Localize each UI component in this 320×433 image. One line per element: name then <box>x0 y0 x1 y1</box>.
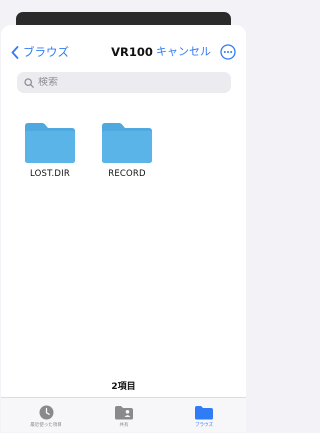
item-count: 2項目 <box>111 382 136 392</box>
chevron-left-icon <box>11 45 19 59</box>
navigation-bar: ブラウズ VR100 キャンセル <box>1 25 246 77</box>
folder-item-record[interactable]: RECORD <box>92 120 162 179</box>
tab-label: 共有 <box>119 423 129 428</box>
more-options-button[interactable] <box>220 44 236 60</box>
folder-item-lost-dir[interactable]: LOST.DIR <box>15 120 85 179</box>
tab-label: ブラウズ <box>195 423 213 428</box>
clock-icon <box>39 405 53 419</box>
tab-shared[interactable]: 共有 <box>89 404 159 428</box>
back-button-label: ブラウズ <box>23 45 69 59</box>
folder-icon <box>102 123 152 163</box>
search-icon <box>24 77 34 88</box>
ellipsis-circle-icon <box>220 44 236 60</box>
tab-browse[interactable]: ブラウズ <box>169 404 239 428</box>
file-browser-sheet: ブラウズ VR100 キャンセル LOST.DIR <box>1 25 246 432</box>
tab-recents[interactable]: 最近使った項目 <box>11 404 81 428</box>
back-button[interactable]: ブラウズ <box>11 43 69 61</box>
cancel-button[interactable]: キャンセル <box>156 43 216 61</box>
search-input[interactable] <box>38 77 208 88</box>
folder-name: LOST.DIR <box>30 169 70 179</box>
background-sheet-edge <box>16 12 231 26</box>
tab-bar: 最近使った項目 共有 ブラウズ <box>1 397 246 432</box>
folder-name: RECORD <box>108 169 146 179</box>
search-field[interactable] <box>17 72 231 93</box>
shared-folder-icon <box>115 405 133 419</box>
tab-label: 最近使った項目 <box>30 423 62 428</box>
folder-icon <box>25 123 75 163</box>
folder-icon <box>195 405 213 419</box>
page-title: VR100 <box>111 45 153 59</box>
